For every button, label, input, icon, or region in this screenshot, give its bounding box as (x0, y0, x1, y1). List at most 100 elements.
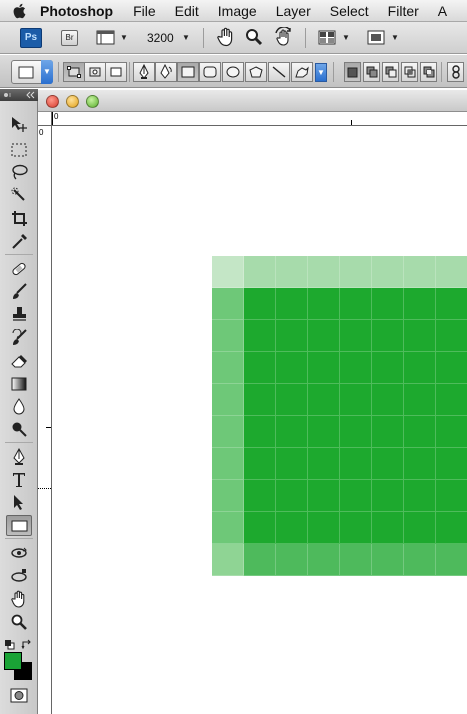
screen-mode-dropdown-icon[interactable]: ▼ (391, 33, 399, 42)
crop-tool[interactable] (6, 208, 32, 229)
hand-tool[interactable] (6, 588, 32, 609)
move-tool[interactable] (6, 114, 32, 135)
minimize-window-button[interactable] (66, 95, 79, 108)
image-pixel-cell (308, 544, 340, 576)
menu-analysis-truncated[interactable]: A (438, 3, 447, 19)
custom-shape-option[interactable] (291, 62, 313, 82)
paths-mode-button[interactable] (84, 62, 106, 82)
intersect-shape-areas-button[interactable] (401, 62, 418, 82)
3d-rotate-tool[interactable] (6, 542, 32, 563)
geometry-options-dropdown-icon[interactable]: ▼ (315, 63, 327, 82)
image-pixel-cell (212, 448, 244, 480)
menu-select[interactable]: Select (330, 3, 369, 19)
eyedropper-tool[interactable] (6, 231, 32, 252)
quick-mask-button[interactable] (6, 685, 32, 706)
image-pixel-cell (404, 512, 436, 544)
rounded-rectangle-option[interactable] (199, 62, 221, 82)
zoom-window-button[interactable] (86, 95, 99, 108)
path-selection-tool[interactable] (6, 492, 32, 513)
collapse-panel-icon[interactable] (26, 91, 35, 99)
image-pixel-cell (436, 320, 467, 352)
spot-healing-brush-tool[interactable] (6, 258, 32, 279)
zoom-level-value[interactable]: 3200 (147, 31, 174, 45)
hand-tool-button[interactable] (217, 27, 235, 52)
subtract-shape-area-button[interactable] (382, 62, 399, 82)
fill-pixels-mode-button[interactable] (105, 62, 127, 82)
exclude-overlapping-shape-areas-button[interactable] (420, 62, 437, 82)
line-option[interactable] (268, 62, 290, 82)
zoom-dropdown-icon[interactable]: ▼ (182, 33, 190, 42)
arrange-documents-button[interactable] (318, 30, 336, 50)
preset-dropdown-arrow-icon[interactable]: ▼ (41, 60, 53, 84)
image-pixel-cell (244, 256, 276, 288)
image-pixel-cell (372, 480, 404, 512)
image-pixel-cell (340, 352, 372, 384)
pen-tool[interactable] (6, 446, 32, 467)
freeform-pen-option[interactable] (155, 62, 177, 82)
zoom-tool[interactable] (6, 611, 32, 632)
shape-layers-mode-button[interactable] (63, 62, 85, 82)
tool-preset-picker[interactable]: ▼ (11, 60, 53, 84)
history-brush-tool[interactable] (6, 327, 32, 348)
image-pixel-cell (340, 480, 372, 512)
3d-orbit-icon (11, 568, 27, 582)
screen-mode-button[interactable] (367, 30, 385, 50)
image-pixel-cell (212, 544, 244, 576)
image-pixel-cell (340, 288, 372, 320)
view-extras-button[interactable] (96, 29, 116, 51)
polygon-option[interactable] (245, 62, 267, 82)
dodge-tool[interactable] (6, 419, 32, 440)
rectangular-marquee-tool[interactable] (6, 139, 32, 160)
clone-stamp-tool[interactable] (6, 304, 32, 325)
type-tool[interactable] (6, 469, 32, 490)
image-pixel-cell (404, 480, 436, 512)
document-window-titlebar[interactable] (38, 90, 467, 112)
vertical-ruler[interactable]: 0 (38, 126, 52, 714)
swap-colors-button[interactable] (21, 637, 33, 655)
apple-menu-icon[interactable] (0, 3, 40, 19)
gradient-tool[interactable] (6, 373, 32, 394)
rectangle-shape-option[interactable] (177, 62, 199, 82)
menu-edit[interactable]: Edit (175, 3, 199, 19)
default-colors-icon (5, 640, 15, 650)
image-pixel-cell (308, 352, 340, 384)
close-window-button[interactable] (46, 95, 59, 108)
ruler-origin-corner[interactable] (38, 112, 52, 126)
image-pixel-cell (276, 256, 308, 288)
marquee-icon (11, 143, 27, 156)
create-new-shape-layer-button[interactable] (344, 62, 361, 82)
rectangle-tool[interactable] (6, 515, 32, 536)
menu-app-name[interactable]: Photoshop (40, 3, 113, 19)
add-to-shape-area-button[interactable] (363, 62, 380, 82)
arrange-dropdown-icon[interactable]: ▼ (342, 33, 350, 42)
tools-panel-header[interactable] (0, 89, 38, 101)
eraser-tool[interactable] (6, 350, 32, 371)
menu-layer[interactable]: Layer (276, 3, 311, 19)
ellipse-option[interactable] (222, 62, 244, 82)
menu-filter[interactable]: Filter (388, 3, 419, 19)
quick-mask-icon (10, 688, 28, 703)
3d-orbit-tool[interactable] (6, 565, 32, 586)
lasso-tool[interactable] (6, 162, 32, 183)
brush-tool[interactable] (6, 281, 32, 302)
image-pixel-cell (276, 320, 308, 352)
link-style-button[interactable] (447, 62, 464, 82)
photoshop-logo: Ps (20, 28, 42, 48)
launch-bridge-button[interactable]: Br (61, 30, 78, 46)
menu-file[interactable]: File (133, 3, 156, 19)
horizontal-ruler[interactable]: 0 (52, 112, 467, 126)
foreground-color-swatch[interactable] (4, 652, 22, 670)
rotate-view-button[interactable] (273, 26, 295, 52)
image-pixel-cell (340, 544, 372, 576)
image-pixel-cell (436, 352, 467, 384)
image-pixel-cell (244, 320, 276, 352)
blur-tool[interactable] (6, 396, 32, 417)
image-pixel-cell (404, 256, 436, 288)
quick-selection-tool[interactable] (6, 185, 32, 206)
view-extras-dropdown-icon[interactable]: ▼ (120, 33, 128, 42)
zoom-tool-button[interactable] (245, 28, 263, 51)
pen-tool-option[interactable] (133, 62, 155, 82)
menu-image[interactable]: Image (218, 3, 257, 19)
grip-icon (4, 93, 11, 97)
image-pixel-cell (276, 416, 308, 448)
